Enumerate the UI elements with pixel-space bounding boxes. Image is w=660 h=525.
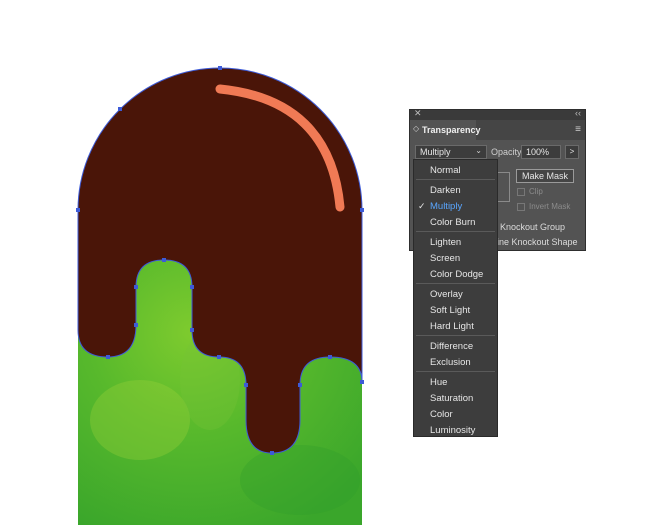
opacity-input[interactable]: 100% <box>521 145 561 159</box>
tab-label: Transparency <box>422 125 481 135</box>
chevron-down-icon: ⌄ <box>475 146 482 155</box>
checkmark-icon: ✓ <box>418 201 426 211</box>
blend-mode-option-soft-light[interactable]: Soft Light <box>430 305 470 316</box>
opacity-slider-button[interactable]: > <box>565 145 579 159</box>
panel-tab-row: ◇ Transparency ≡ <box>410 120 585 140</box>
make-mask-button[interactable]: Make Mask <box>516 169 574 183</box>
panel-menu-icon[interactable]: ≡ <box>575 124 581 135</box>
clip-label: Clip <box>529 187 543 196</box>
blend-mode-option-luminosity[interactable]: Luminosity <box>430 425 475 436</box>
menu-separator <box>416 283 495 284</box>
blend-mode-option-overlay[interactable]: Overlay <box>430 289 463 300</box>
blend-mode-option-hue[interactable]: Hue <box>430 377 447 388</box>
blend-mode-option-hard-light[interactable]: Hard Light <box>430 321 474 332</box>
blend-mode-select[interactable]: Multiply ⌄ <box>415 145 487 159</box>
blend-mode-option-normal[interactable]: Normal <box>430 165 461 176</box>
blend-mode-option-lighten[interactable]: Lighten <box>430 237 461 248</box>
tab-transparency[interactable]: ◇ Transparency <box>410 120 481 140</box>
invert-mask-label: Invert Mask <box>529 202 571 211</box>
close-icon[interactable]: ✕ <box>414 108 422 119</box>
blend-mode-option-difference[interactable]: Difference <box>430 341 473 352</box>
blend-mode-option-color-burn[interactable]: Color Burn <box>430 217 475 228</box>
tab-expand-icon[interactable]: ◇ <box>413 124 419 133</box>
blend-mode-option-color-dodge[interactable]: Color Dodge <box>430 269 483 280</box>
blend-mode-option-screen[interactable]: Screen <box>430 253 460 264</box>
blend-mode-option-saturation[interactable]: Saturation <box>430 393 473 404</box>
menu-separator <box>416 371 495 372</box>
panel-title-bar[interactable]: ✕ ‹‹ <box>410 108 585 120</box>
blend-mode-option-darken[interactable]: Darken <box>430 185 461 196</box>
blend-mode-value: Multiply <box>420 147 451 157</box>
menu-separator <box>416 335 495 336</box>
collapse-icon[interactable]: ‹‹ <box>575 108 581 118</box>
clip-checkbox[interactable] <box>517 188 525 196</box>
blend-mode-option-exclusion[interactable]: Exclusion <box>430 357 471 368</box>
opacity-label: Opacity: <box>491 147 525 157</box>
blend-mode-dropdown: Normal Darken Multiply ✓ Color Burn Lighten Sc… <box>413 159 498 437</box>
menu-separator <box>416 179 495 180</box>
invert-mask-checkbox[interactable] <box>517 203 525 211</box>
knockout-shape-label[interactable]: ine Knockout Shape <box>497 237 578 247</box>
blend-mode-option-multiply[interactable]: Multiply <box>430 201 462 212</box>
opacity-value: 100% <box>526 147 550 157</box>
knockout-group-label[interactable]: Knockout Group <box>500 222 565 232</box>
artboard-canvas[interactable] <box>0 0 660 525</box>
blend-mode-option-color[interactable]: Color <box>430 409 453 420</box>
menu-separator <box>416 231 495 232</box>
